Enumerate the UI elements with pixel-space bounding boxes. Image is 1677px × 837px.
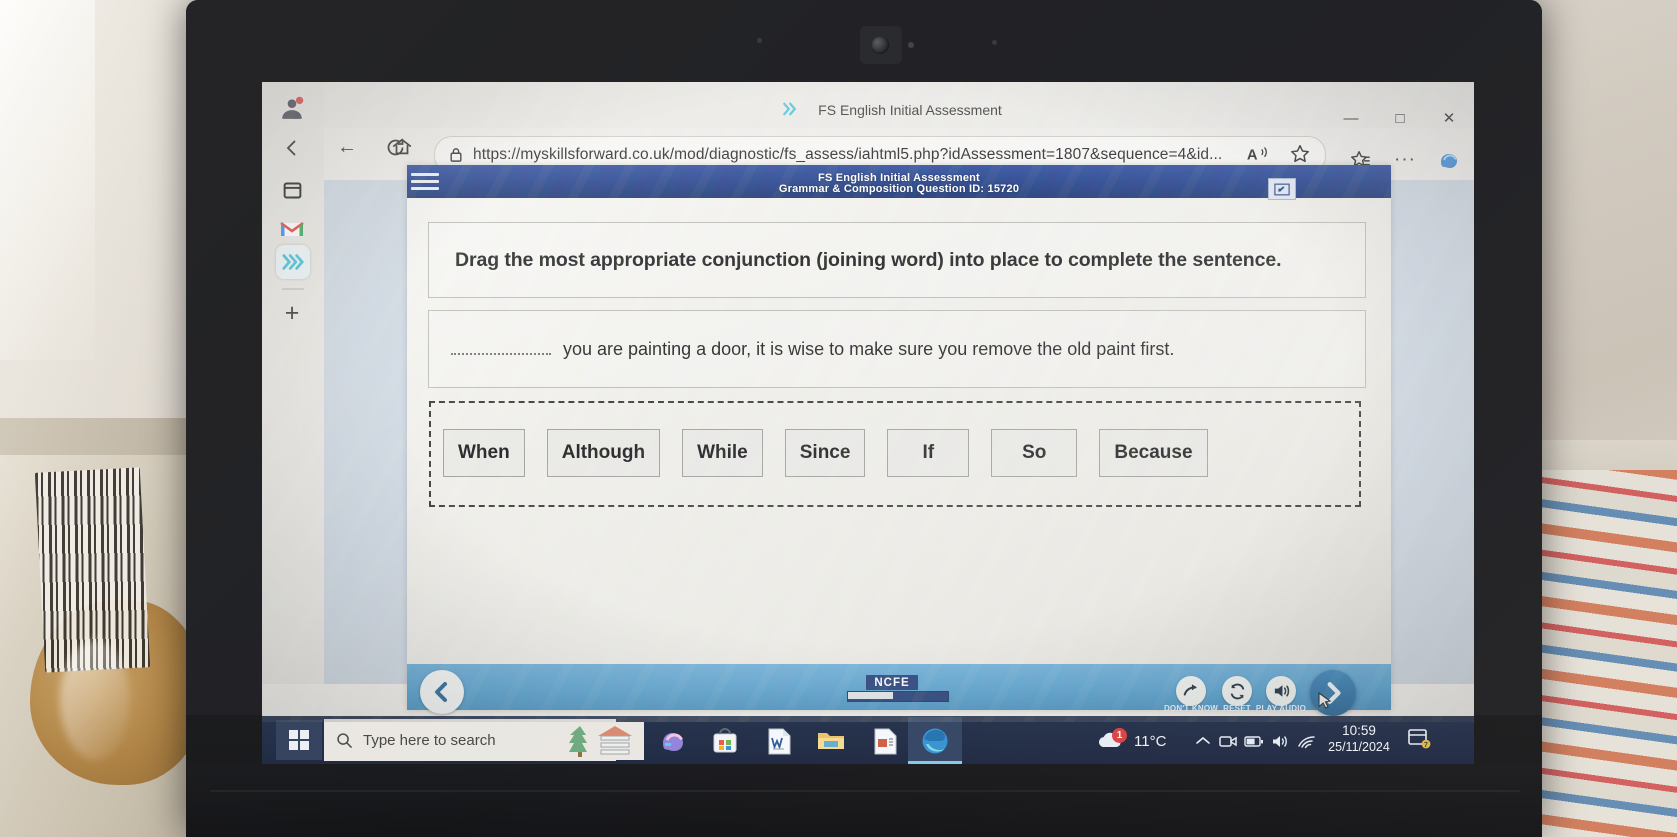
svg-text:A: A <box>1247 148 1258 164</box>
split-screen-icon[interactable] <box>272 170 312 210</box>
laptop-base <box>186 764 1542 837</box>
notification-count: 7 <box>1424 742 1428 749</box>
keyboard-edge <box>210 790 1520 792</box>
progress-bar-fill <box>848 692 893 699</box>
reset-circular-arrows-icon[interactable] <box>1222 676 1252 706</box>
taskbar-publisher-icon[interactable] <box>866 722 904 760</box>
assessment-subtitle: Grammar & Composition Question ID: 15720 <box>778 183 1020 195</box>
question-prompt-text: Drag the most appropriate conjunction (j… <box>455 248 1282 271</box>
browser-tab-title[interactable]: FS English Initial Assessment <box>700 99 1120 121</box>
microphone-hole <box>757 38 762 43</box>
taskbar-microsoft-store-icon[interactable] <box>706 722 744 760</box>
weather-widget[interactable]: 1 11°C <box>1096 726 1166 756</box>
search-icon <box>336 732 353 749</box>
lock-icon <box>449 147 463 163</box>
window-close-button[interactable]: ✕ <box>1436 108 1462 130</box>
window-restore-button[interactable]: □ <box>1387 108 1413 130</box>
speaker-icon[interactable] <box>1266 676 1296 706</box>
camera-icon[interactable] <box>1215 730 1241 752</box>
search-placeholder: Type here to search <box>363 731 496 749</box>
taskbar-copilot-icon[interactable] <box>654 722 692 760</box>
url-text[interactable]: https://myskillsforward.co.uk/mod/diagno… <box>473 146 1222 164</box>
gmail-icon[interactable] <box>272 209 312 249</box>
christmas-weather-widget[interactable] <box>556 722 644 760</box>
ncfe-logo: NCFE <box>866 675 918 690</box>
sentence-text: you are painting a door, it is wise to m… <box>563 338 1175 359</box>
previous-question-button[interactable] <box>420 670 464 714</box>
word-tile-if[interactable]: If <box>887 429 970 477</box>
dont-know-arrow-icon[interactable] <box>1176 676 1206 706</box>
wifi-icon[interactable] <box>1293 730 1319 752</box>
clock-date: 25/11/2024 <box>1328 740 1390 754</box>
word-tile-because[interactable]: Because <box>1099 429 1208 477</box>
window-light <box>0 0 95 360</box>
skillsforward-app-icon[interactable] <box>276 245 310 279</box>
nav-home-icon[interactable] <box>385 130 419 164</box>
sidebar-divider <box>282 288 304 290</box>
word-tile-although[interactable]: Although <box>546 429 661 477</box>
add-tool-button[interactable]: + <box>272 293 312 333</box>
weather-badge: 1 <box>1112 728 1127 743</box>
taskbar-file-explorer-icon[interactable] <box>812 722 850 760</box>
word-tile-when[interactable]: When <box>443 429 525 477</box>
word-tile-while[interactable]: While <box>682 429 763 477</box>
sentence-box: you are painting a door, it is wise to m… <box>428 310 1366 388</box>
mouse-cursor <box>1318 691 1332 710</box>
fullscreen-icon[interactable] <box>1268 178 1296 200</box>
clock-time: 10:59 <box>1342 723 1376 738</box>
weather-temperature: 11°C <box>1134 732 1167 750</box>
bag-highlight <box>60 640 130 760</box>
cloud-icon: 1 <box>1096 728 1127 752</box>
more-options-icon[interactable]: ··· <box>1390 145 1420 175</box>
copilot-icon[interactable] <box>1436 148 1462 174</box>
taskbar-edge-icon[interactable] <box>908 717 962 764</box>
windows-start-icon[interactable] <box>276 720 322 760</box>
battery-icon[interactable] <box>1241 730 1267 752</box>
volume-icon[interactable] <box>1267 730 1293 752</box>
drop-target-blank[interactable] <box>451 341 551 355</box>
microphone-hole <box>992 40 997 45</box>
question-prompt-box: Drag the most appropriate conjunction (j… <box>428 222 1366 298</box>
draggable-word-list: When Although While Since If So Because <box>443 420 1343 486</box>
word-tile-so[interactable]: So <box>991 429 1078 477</box>
show-hidden-icons-chevron[interactable] <box>1190 730 1216 752</box>
taskbar-clock[interactable]: 10:59 25/11/2024 <box>1322 722 1396 756</box>
play-audio-label[interactable]: PLAY AUDIO <box>1248 704 1314 713</box>
next-question-button[interactable] <box>1310 670 1356 716</box>
nav-back-icon[interactable]: ← <box>330 130 364 164</box>
window-minimize-button[interactable]: — <box>1338 108 1364 130</box>
taskbar-word-icon[interactable] <box>760 722 798 760</box>
profile-avatar[interactable] <box>272 88 312 128</box>
notification-icon[interactable]: 7 <box>1404 724 1434 752</box>
webcam-led <box>908 42 914 48</box>
word-tile-since[interactable]: Since <box>784 429 866 477</box>
back-arrow-icon[interactable] <box>272 128 312 168</box>
webcam-lens-icon <box>871 36 889 54</box>
